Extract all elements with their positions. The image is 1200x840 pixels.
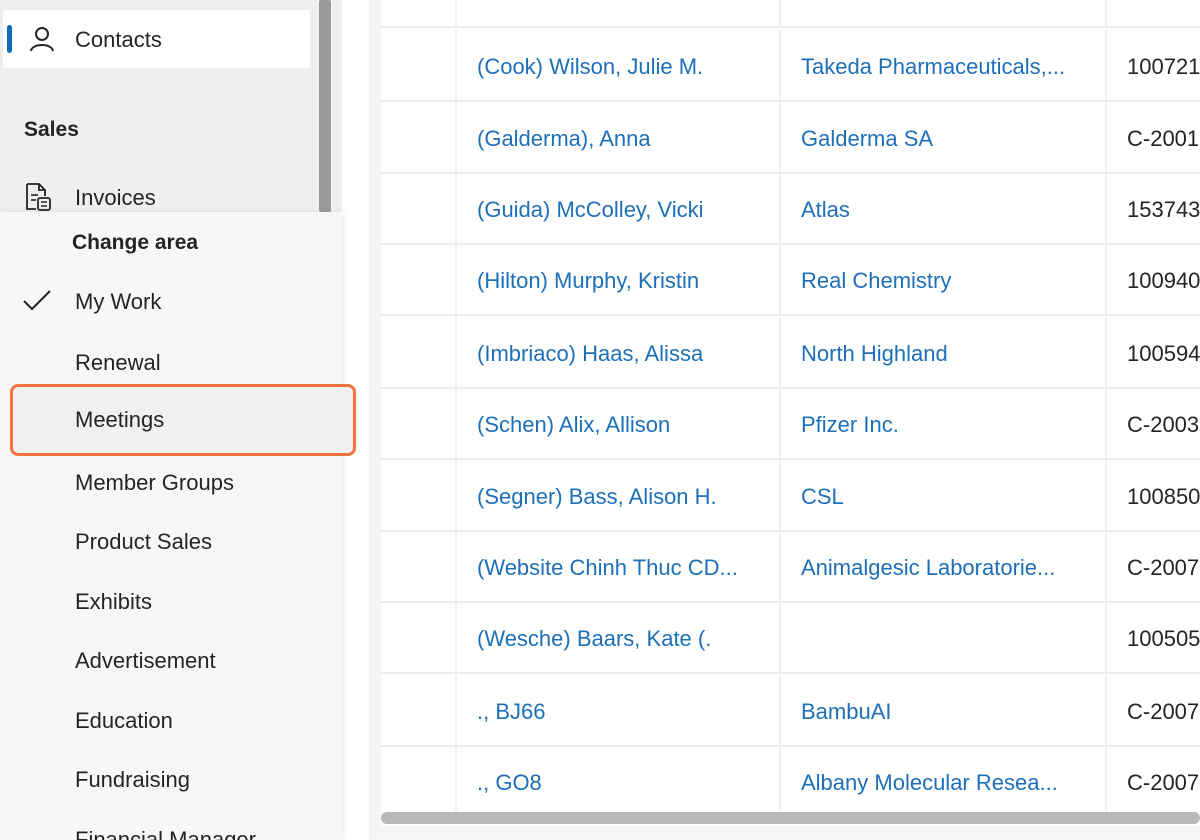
contact-name-link[interactable]: (Wesche) Baars, Kate (. bbox=[477, 626, 757, 652]
sidebar-item-label: Contacts bbox=[75, 27, 162, 52]
area-item-renewal[interactable]: Renewal bbox=[10, 335, 356, 389]
area-item-advertisement[interactable]: Advertisement bbox=[10, 633, 356, 687]
area-item-my-work[interactable]: My Work bbox=[10, 274, 356, 328]
contact-name-link[interactable]: (Cook) Wilson, Julie M. bbox=[477, 54, 757, 80]
contact-id: 153743 bbox=[1127, 197, 1200, 222]
account-link[interactable]: Atlas bbox=[801, 197, 1081, 223]
sidebar-item-invoices[interactable]: Invoices bbox=[0, 176, 320, 216]
area-item-fundraising[interactable]: Fundraising bbox=[10, 752, 356, 806]
area-item-exhibits[interactable]: Exhibits bbox=[10, 574, 356, 628]
area-item-member-groups[interactable]: Member Groups bbox=[10, 455, 356, 509]
area-item-label: Exhibits bbox=[75, 589, 153, 614]
sidebar-item-label: Invoices bbox=[75, 185, 156, 210]
table-row[interactable]: (Schen) Alix, Allison Pfizer Inc. C-2003 bbox=[381, 388, 1200, 460]
contact-name-link[interactable]: (Hilton) Murphy, Kristin bbox=[477, 268, 757, 294]
sidebar-scrollbar[interactable] bbox=[319, 0, 331, 212]
area-item-label: Advertisement bbox=[75, 648, 216, 673]
contact-name-link[interactable]: (Guida) McColley, Vicki bbox=[477, 197, 757, 223]
table-row[interactable]: (Cook) Wilson, Julie M. Takeda Pharmaceu… bbox=[381, 30, 1200, 102]
table-row[interactable] bbox=[381, 0, 1200, 28]
area-item-meetings[interactable]: Meetings bbox=[10, 384, 356, 456]
area-item-label: My Work bbox=[75, 289, 162, 314]
area-item-financial-manager[interactable]: Financial Manager bbox=[10, 812, 356, 840]
contact-id: 100940 bbox=[1127, 268, 1200, 293]
contact-name-link[interactable]: ., GO8 bbox=[477, 770, 757, 796]
area-item-label: Renewal bbox=[75, 350, 161, 375]
grid-footer-strip bbox=[381, 826, 1200, 840]
area-item-label: Education bbox=[75, 708, 173, 733]
sidebar-item-contacts[interactable]: Contacts bbox=[3, 10, 310, 68]
contact-id: C-2007 bbox=[1127, 770, 1200, 795]
table-row[interactable]: ., GO8 Albany Molecular Resea... C-2007 bbox=[381, 746, 1200, 818]
account-link[interactable]: North Highland bbox=[801, 341, 1081, 367]
invoice-icon bbox=[26, 183, 51, 211]
account-link[interactable]: Animalgesic Laboratorie... bbox=[801, 555, 1081, 581]
change-area-title: Change area bbox=[72, 231, 199, 254]
table-row[interactable]: (Hilton) Murphy, Kristin Real Chemistry … bbox=[381, 244, 1200, 316]
table-row[interactable]: (Segner) Bass, Alison H. CSL 100850 bbox=[381, 460, 1200, 532]
area-item-label: Member Groups bbox=[75, 470, 234, 495]
contact-id: 100594 bbox=[1127, 341, 1200, 366]
account-link[interactable]: Galderma SA bbox=[801, 126, 1081, 152]
person-icon bbox=[30, 27, 54, 52]
selected-indicator bbox=[7, 25, 12, 53]
contact-id: C-2001 bbox=[1127, 126, 1200, 151]
contact-name-link[interactable]: (Segner) Bass, Alison H. bbox=[477, 484, 757, 510]
contact-id: C-2007 bbox=[1127, 555, 1200, 580]
area-item-education[interactable]: Education bbox=[10, 693, 356, 747]
table-row[interactable]: (Galderma), Anna Galderma SA C-2001 bbox=[381, 102, 1200, 174]
table-row[interactable]: (Website Chinh Thuc CD... Animalgesic La… bbox=[381, 531, 1200, 603]
account-link[interactable]: Pfizer Inc. bbox=[801, 412, 1081, 438]
account-link[interactable]: CSL bbox=[801, 484, 1081, 510]
contact-name-link[interactable]: (Galderma), Anna bbox=[477, 126, 757, 152]
contact-name-link[interactable]: (Schen) Alix, Allison bbox=[477, 412, 757, 438]
area-item-label: Fundraising bbox=[75, 767, 190, 792]
sales-section-heading: Sales bbox=[24, 118, 79, 141]
contact-name-link[interactable]: (Website Chinh Thuc CD... bbox=[477, 555, 757, 581]
table-row[interactable]: (Guida) McColley, Vicki Atlas 153743 bbox=[381, 173, 1200, 245]
contact-id: 100850 bbox=[1127, 484, 1200, 509]
account-link[interactable]: Real Chemistry bbox=[801, 268, 1081, 294]
contact-id: 100505 bbox=[1127, 626, 1200, 651]
change-area-menu: Change area My Work Renewal Meetings Mem… bbox=[0, 212, 356, 840]
account-link[interactable]: Albany Molecular Resea... bbox=[801, 770, 1081, 796]
contact-id: 100721 bbox=[1127, 54, 1200, 79]
contact-name-link[interactable]: ., BJ66 bbox=[477, 699, 757, 725]
grid-gutter bbox=[369, 0, 381, 840]
account-link[interactable]: Takeda Pharmaceuticals,... bbox=[801, 54, 1081, 80]
area-item-product-sales[interactable]: Product Sales bbox=[10, 514, 356, 568]
table-row[interactable]: (Wesche) Baars, Kate (. 100505 bbox=[381, 602, 1200, 674]
account-link[interactable]: BambuAI bbox=[801, 699, 1081, 725]
table-row[interactable]: ., BJ66 BambuAI C-2007 bbox=[381, 675, 1200, 747]
area-item-label: Financial Manager bbox=[75, 827, 256, 840]
contact-id: C-2007 bbox=[1127, 699, 1200, 724]
checkmark-icon bbox=[23, 290, 51, 311]
horizontal-scrollbar[interactable] bbox=[381, 812, 1200, 824]
area-item-label: Product Sales bbox=[75, 529, 212, 554]
contacts-grid: (Cook) Wilson, Julie M. Takeda Pharmaceu… bbox=[369, 0, 1200, 840]
contact-id: C-2003 bbox=[1127, 412, 1200, 437]
table-row[interactable]: (Imbriaco) Haas, Alissa North Highland 1… bbox=[381, 317, 1200, 389]
contact-name-link[interactable]: (Imbriaco) Haas, Alissa bbox=[477, 341, 757, 367]
area-item-label: Meetings bbox=[75, 407, 165, 432]
